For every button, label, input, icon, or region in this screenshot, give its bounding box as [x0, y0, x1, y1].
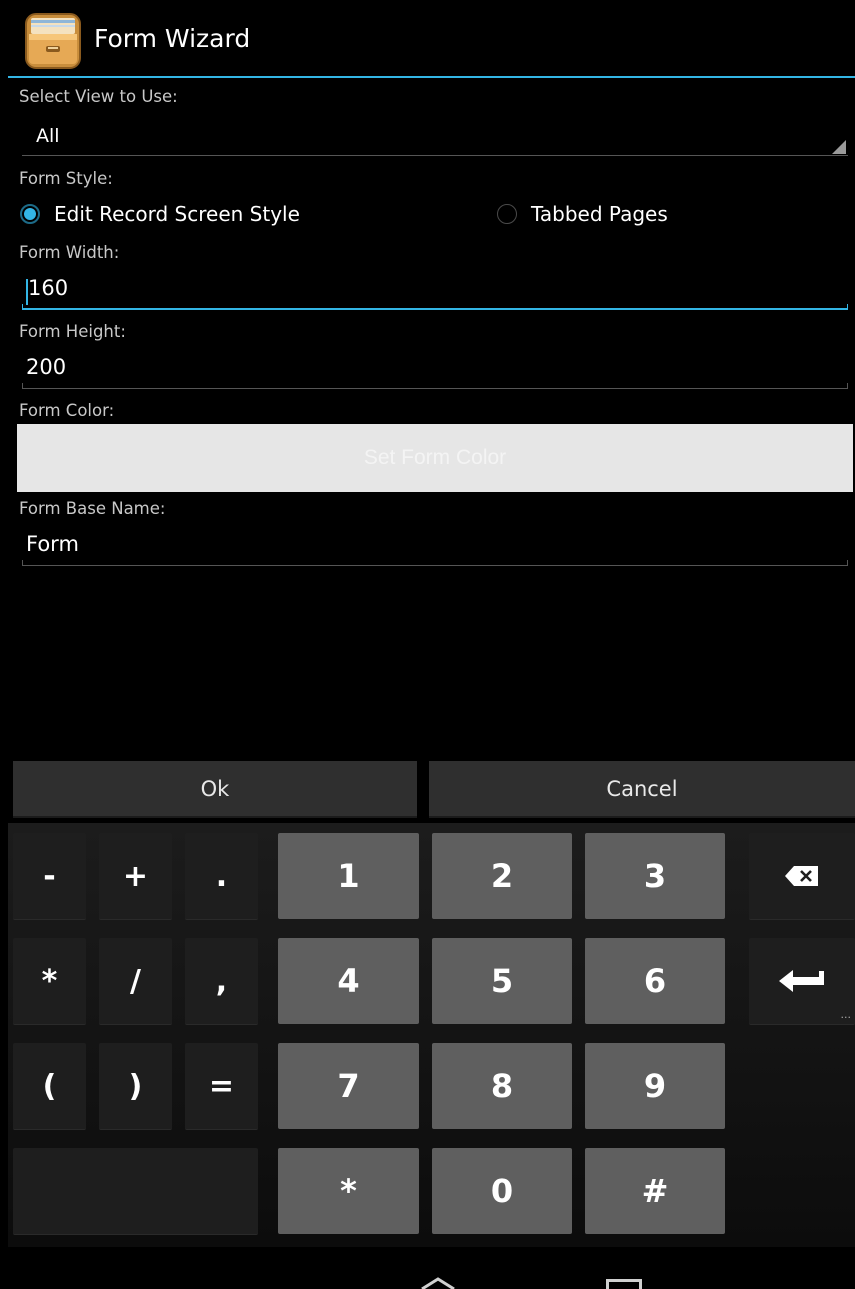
key-comma[interactable]: , — [185, 938, 258, 1025]
key-1[interactable]: 1 — [278, 833, 419, 919]
enter-key[interactable]: ··· — [749, 938, 855, 1025]
key-period[interactable]: . — [185, 833, 258, 920]
home-icon[interactable] — [418, 1277, 458, 1289]
form-color-label: Form Color: — [19, 401, 115, 420]
key-4[interactable]: 4 — [278, 938, 419, 1024]
field-underline — [22, 560, 848, 566]
drawer-icon — [25, 13, 81, 69]
key-equals[interactable]: = — [185, 1043, 258, 1130]
key-7[interactable]: 7 — [278, 1043, 419, 1129]
title-bar: Form Wizard — [8, 8, 855, 76]
field-underline — [22, 383, 848, 389]
form-width-value: 160 — [28, 276, 69, 300]
key-close-paren[interactable]: ) — [99, 1043, 172, 1130]
form-height-field[interactable]: 200 — [22, 351, 848, 389]
radio-tabbed-pages[interactable]: Tabbed Pages — [497, 200, 697, 230]
form-base-name-value: Form — [26, 532, 79, 556]
spinner-underline — [22, 155, 848, 156]
set-form-color-label: Set Form Color — [363, 446, 507, 469]
radio-label: Edit Record Screen Style — [54, 202, 300, 226]
key-6[interactable]: 6 — [585, 938, 725, 1024]
ok-button[interactable]: Ok — [13, 761, 417, 818]
navigation-bar — [0, 1247, 855, 1289]
key-3[interactable]: 3 — [585, 833, 725, 919]
backspace-icon — [785, 866, 818, 886]
form-base-name-label: Form Base Name: — [19, 499, 166, 518]
more-indicator-icon: ··· — [840, 1011, 852, 1024]
spinner-arrow-icon — [832, 140, 846, 154]
key-asterisk[interactable]: * — [13, 938, 86, 1025]
backspace-key[interactable] — [749, 833, 855, 920]
space-key[interactable] — [13, 1148, 258, 1235]
view-spinner[interactable]: All — [22, 116, 848, 156]
key-hash[interactable]: # — [585, 1148, 725, 1234]
key-star[interactable]: * — [278, 1148, 419, 1234]
form-width-field[interactable]: 160 — [22, 272, 848, 310]
form-style-label: Form Style: — [19, 169, 113, 188]
field-underline — [22, 304, 848, 310]
title-divider — [8, 76, 855, 78]
cancel-button[interactable]: Cancel — [429, 761, 855, 818]
radio-edit-record-style[interactable]: Edit Record Screen Style — [20, 200, 360, 230]
key-0[interactable]: 0 — [432, 1148, 572, 1234]
app-title: Form Wizard — [94, 24, 251, 53]
key-5[interactable]: 5 — [432, 938, 572, 1024]
select-view-label: Select View to Use: — [19, 87, 178, 106]
recent-apps-icon[interactable] — [606, 1279, 642, 1289]
key-open-paren[interactable]: ( — [13, 1043, 86, 1130]
key-slash[interactable]: / — [99, 938, 172, 1025]
form-width-label: Form Width: — [19, 243, 120, 262]
radio-label: Tabbed Pages — [531, 202, 668, 226]
key-plus[interactable]: + — [99, 833, 172, 920]
view-spinner-value: All — [36, 125, 60, 147]
set-form-color-button[interactable]: Set Form Color — [17, 424, 853, 492]
form-height-label: Form Height: — [19, 322, 126, 341]
key-2[interactable]: 2 — [432, 833, 572, 919]
form-base-name-field[interactable]: Form — [22, 528, 848, 566]
form-height-value: 200 — [26, 355, 67, 379]
radio-checked-icon — [20, 204, 40, 224]
key-8[interactable]: 8 — [432, 1043, 572, 1129]
key-9[interactable]: 9 — [585, 1043, 725, 1129]
enter-icon — [779, 970, 824, 992]
form-wizard-screen: Form Wizard Select View to Use: All Form… — [0, 0, 855, 1289]
radio-unchecked-icon — [497, 204, 517, 224]
key-minus[interactable]: - — [13, 833, 86, 920]
